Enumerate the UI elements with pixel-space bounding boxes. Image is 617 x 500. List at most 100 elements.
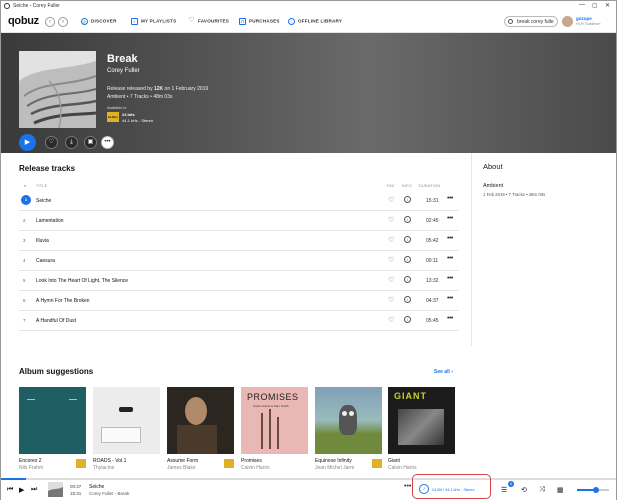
track-title[interactable]: Look Into The Heart Of Light, The Silenc…	[36, 278, 128, 284]
suggestion-artist[interactable]: Calvin Harris	[241, 465, 270, 471]
nav-favourites[interactable]: ♡ FAVOURITES	[188, 17, 229, 25]
suggestion-title[interactable]: Equinoxe Infinity	[315, 458, 352, 464]
track-title[interactable]: Lamentation	[36, 218, 64, 224]
forward-arrow-icon[interactable]: ›	[58, 17, 68, 27]
close-button[interactable]: ✕	[605, 2, 610, 9]
more-icon[interactable]: •••	[447, 295, 453, 302]
album-artist[interactable]: Corey Fuller	[107, 68, 140, 74]
volume-slider[interactable]	[577, 487, 609, 493]
more-icon[interactable]: •••	[447, 215, 453, 222]
info-icon[interactable]: i	[404, 256, 411, 263]
avatar[interactable]	[562, 16, 573, 27]
info-icon[interactable]: i	[404, 216, 411, 223]
suggestion-cover[interactable]	[167, 387, 234, 454]
more-options-button[interactable]: •••	[101, 136, 114, 149]
cast-icon[interactable]: ▦	[557, 486, 564, 494]
table-row[interactable]: 3 Illuvia ♡ i 05:42 •••	[19, 231, 459, 251]
info-icon[interactable]: i	[404, 296, 411, 303]
favorite-heart-icon[interactable]: ♡	[388, 236, 394, 244]
suggestion-card[interactable]: Encores 2 Nils Frahm	[19, 387, 86, 471]
favorite-heart-icon[interactable]: ♡	[388, 296, 394, 304]
suggestion-artist[interactable]: Jean Michel Jarre	[315, 465, 354, 471]
label-link[interactable]: 12K	[154, 86, 163, 92]
maximize-button[interactable]: ▢	[592, 2, 598, 9]
track-title[interactable]: Seiche	[36, 198, 51, 204]
album-title: Break	[107, 53, 138, 65]
favorite-heart-icon[interactable]: ♡	[388, 316, 394, 324]
nav-discover[interactable]: ◎ DISCOVER	[81, 18, 117, 25]
nav-offline-library[interactable]: ↓ OFFLINE LIBRARY	[288, 18, 342, 25]
purchase-button[interactable]: ▣	[84, 136, 97, 149]
track-title[interactable]: A Handful Of Dust	[36, 318, 76, 324]
play-icon[interactable]: ▶	[19, 486, 24, 494]
more-icon[interactable]: •••	[447, 275, 453, 282]
see-all-link[interactable]: See all ›	[434, 369, 453, 375]
suggestion-card[interactable]: Equinoxe Infinity Jean Michel Jarre	[315, 387, 382, 471]
suggestion-cover[interactable]: GIANT	[388, 387, 455, 454]
user-name[interactable]: gozupe	[576, 16, 592, 21]
minimize-button[interactable]: —	[579, 2, 585, 8]
nav-my-playlists[interactable]: ≡ MY PLAYLISTS	[131, 18, 176, 25]
back-arrow-icon[interactable]: ‹	[45, 17, 55, 27]
suggestion-title[interactable]: Promises	[241, 458, 262, 464]
suggestion-cover[interactable]	[19, 387, 86, 454]
table-row[interactable]: 6 A Hymn For The Broken ♡ i 04:37 •••	[19, 291, 459, 311]
info-icon[interactable]: i	[404, 316, 411, 323]
suggestion-card[interactable]: Assume Form James Blake	[167, 387, 234, 471]
info-icon[interactable]: i	[404, 236, 411, 243]
repeat-icon[interactable]: ⟲	[521, 486, 527, 494]
suggestion-artist[interactable]: Thylacine	[93, 465, 114, 471]
table-row[interactable]: 5 Look Into The Heart Of Light, The Sile…	[19, 271, 459, 291]
table-row[interactable]: 4 Caesura ♡ i 00:11 •••	[19, 251, 459, 271]
quality-indicator-text[interactable]: 24-Bit / 44.1 kHz - Stereo	[432, 488, 475, 492]
suggestion-title[interactable]: ROADS - Vol.1	[93, 458, 126, 464]
suggestion-cover[interactable]: PROMISES Calvin Harris & Sam Smith	[241, 387, 308, 454]
track-title[interactable]: Caesura	[36, 258, 55, 264]
quality-indicator-icon[interactable]: ♪	[419, 484, 429, 494]
nav-purchases[interactable]: ⊓ PURCHASES	[239, 18, 280, 25]
search-input[interactable]: break corey fulle	[504, 16, 558, 27]
track-title[interactable]: Illuvia	[36, 238, 49, 244]
about-meta: 1 Feb 2019 • 7 Tracks • 48m 03s	[483, 192, 546, 197]
suggestion-card[interactable]: ROADS - Vol.1 Thylacine	[93, 387, 160, 471]
suggestion-title[interactable]: Encores 2	[19, 458, 42, 464]
favorite-heart-icon[interactable]: ♡	[388, 276, 394, 284]
track-title[interactable]: A Hymn For The Broken	[36, 298, 90, 304]
sidebar-divider	[471, 153, 472, 346]
more-icon[interactable]: •••	[447, 315, 453, 322]
previous-icon[interactable]: ⏮	[7, 486, 13, 494]
play-button[interactable]: ▶	[19, 134, 36, 151]
now-playing-title[interactable]: Seiche	[89, 484, 104, 490]
qobuz-logo[interactable]: qobuz	[8, 15, 39, 27]
suggestion-card[interactable]: GIANT Giant Calvin Harris	[388, 387, 455, 471]
suggestion-artist[interactable]: James Blake	[167, 465, 196, 471]
queue-icon[interactable]: ☰	[501, 486, 507, 494]
next-icon[interactable]: ⏭	[31, 486, 37, 494]
info-icon[interactable]: i	[404, 196, 411, 203]
suggestion-artist[interactable]: Calvin Harris	[388, 465, 417, 471]
suggestion-card[interactable]: PROMISES Calvin Harris & Sam Smith Promi…	[241, 387, 308, 471]
favorite-heart-icon[interactable]: ♡	[388, 216, 394, 224]
more-icon[interactable]: •••	[447, 235, 453, 242]
table-row[interactable]: 1 Seiche ♡ i 15:31 •••	[19, 191, 459, 211]
suggestion-cover[interactable]	[315, 387, 382, 454]
more-icon[interactable]: •••	[404, 483, 411, 490]
now-playing-subtitle[interactable]: Corey Fuller - Break	[89, 491, 129, 496]
suggestion-cover[interactable]	[93, 387, 160, 454]
shuffle-icon[interactable]: ⤨	[539, 486, 545, 494]
suggestion-title[interactable]: Giant	[388, 458, 400, 464]
more-icon[interactable]: •••	[447, 195, 453, 202]
suggestion-artist[interactable]: Nils Frahm	[19, 465, 43, 471]
more-icon[interactable]: •••	[447, 255, 453, 262]
hires-badge: Hi-Res	[107, 112, 119, 122]
download-button[interactable]: ⤓	[65, 136, 78, 149]
favorite-button[interactable]: ♡	[45, 136, 58, 149]
suggestion-title[interactable]: Assume Form	[167, 458, 198, 464]
about-genre[interactable]: Ambient	[483, 183, 503, 189]
info-icon[interactable]: i	[404, 276, 411, 283]
table-row[interactable]: 7 A Handful Of Dust ♡ i 05:45 •••	[19, 311, 459, 331]
favorite-heart-icon[interactable]: ♡	[388, 196, 394, 204]
table-row[interactable]: 2 Lamentation ♡ i 02:45 •••	[19, 211, 459, 231]
favorite-heart-icon[interactable]: ♡	[388, 256, 394, 264]
now-playing-cover[interactable]	[48, 482, 63, 497]
